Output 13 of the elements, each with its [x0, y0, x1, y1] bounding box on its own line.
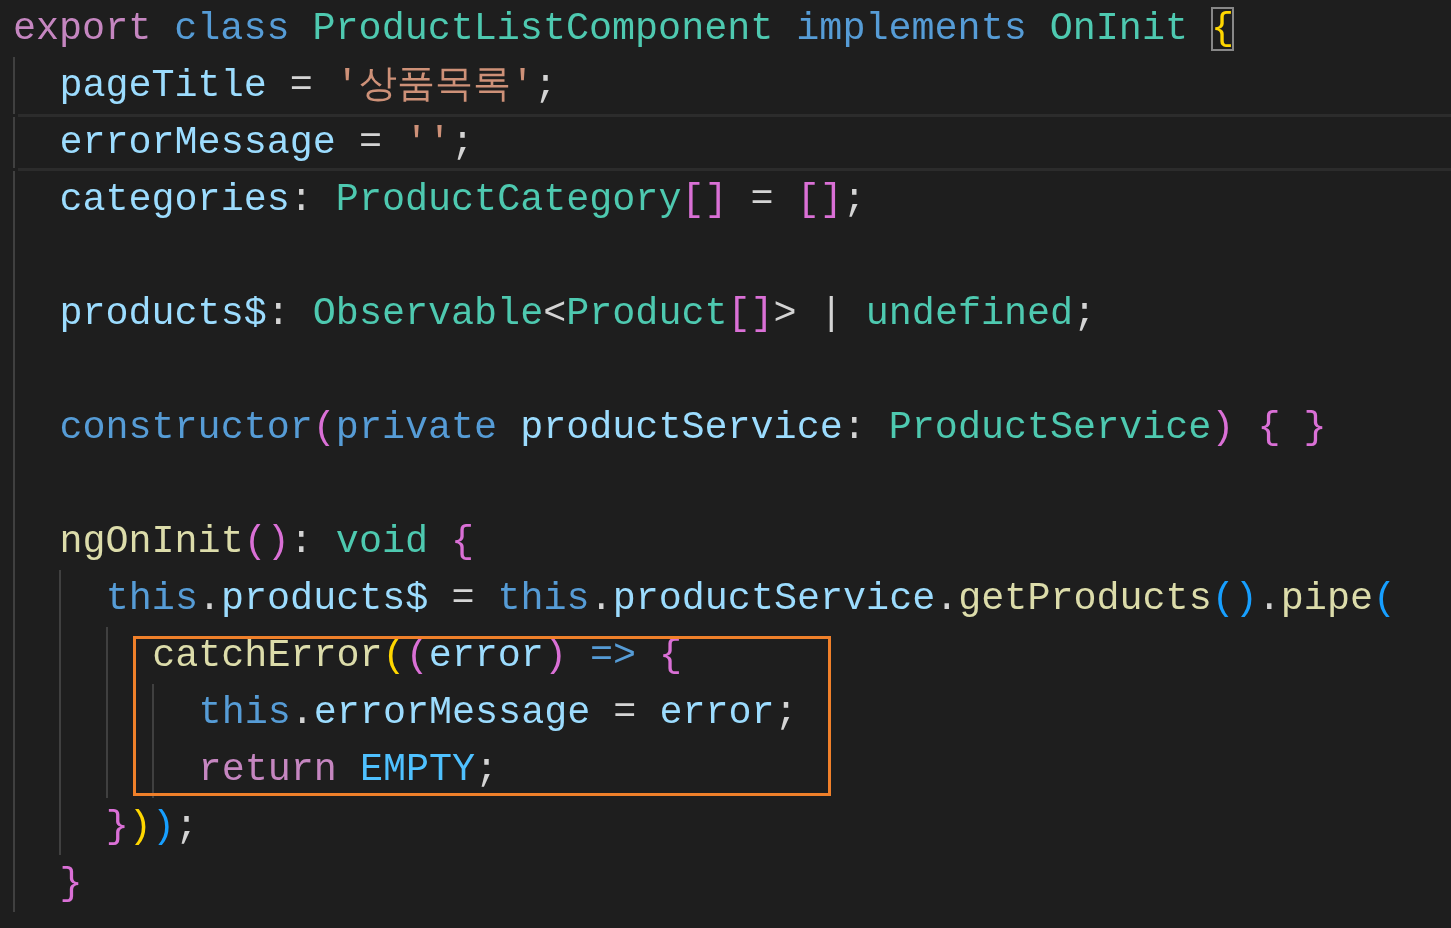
code-line: errorMessage = ''; [59, 119, 475, 167]
code-line: categories: ProductCategory[] = []; [59, 176, 866, 224]
code-line: pageTitle = '상품목록'; [59, 62, 557, 110]
code-line: this.errorMessage = error; [198, 689, 798, 737]
code-line: constructor(private productService: ProductService) { } [59, 404, 1327, 452]
code-line: ngOnInit(): void { [59, 518, 475, 566]
code-line: } [59, 860, 83, 908]
code-line: products$: Observable<Product[]> | undefined; [59, 290, 1097, 338]
code-line: })); [105, 803, 198, 851]
code-line: this.products$ = this.productService.getProducts().pipe( [105, 575, 1396, 623]
code-line: catchError((error) => { [152, 632, 683, 680]
code-line: export class ProductListComponent implements OnInit { [13, 5, 1235, 53]
code-line: return EMPTY; [198, 746, 499, 794]
